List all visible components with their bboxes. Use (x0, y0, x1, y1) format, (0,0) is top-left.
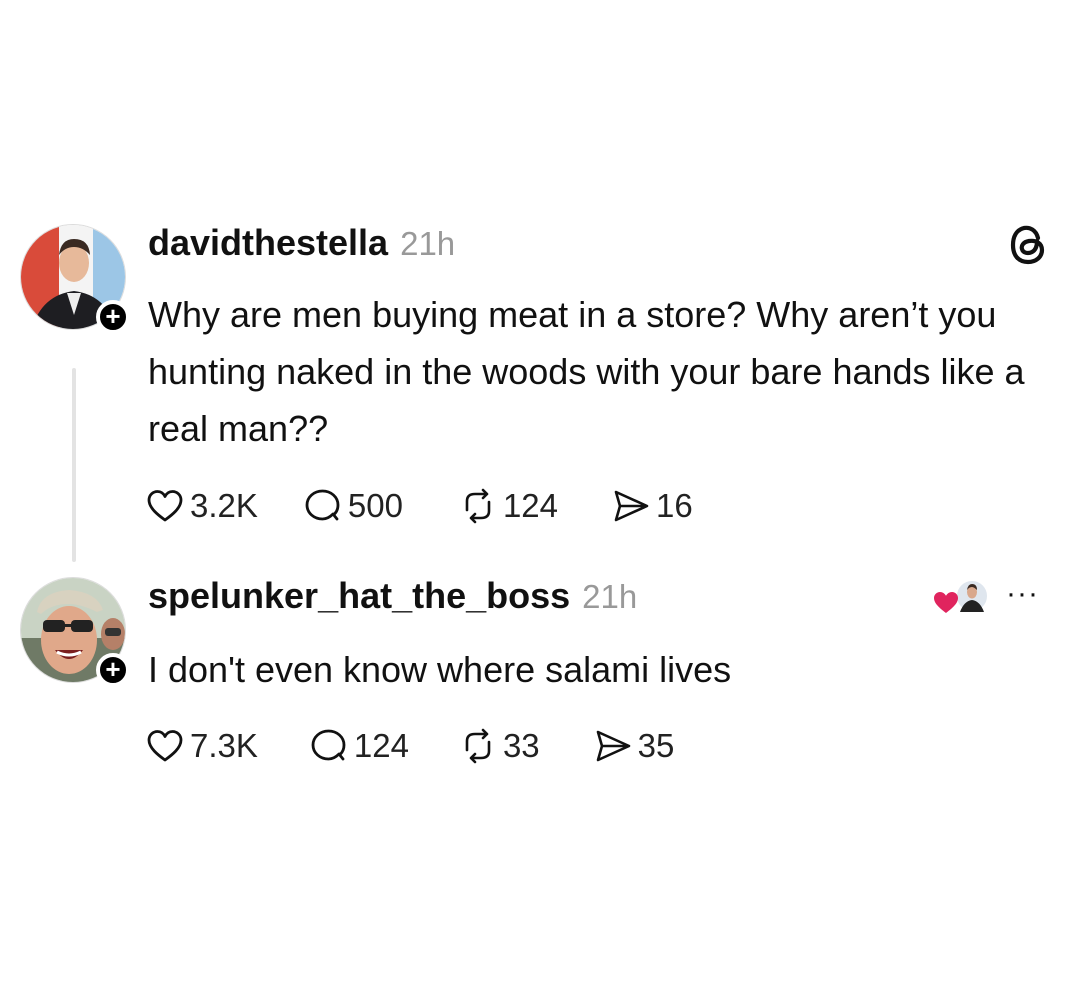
repost-count: 124 (502, 487, 559, 524)
repost-button[interactable]: 33 (459, 727, 540, 765)
timestamp: 21h (582, 578, 638, 615)
like-count: 7.3K (190, 727, 258, 764)
reply-count: 500 (347, 487, 403, 524)
like-button[interactable]: 7.3K (146, 727, 258, 765)
author-avatar[interactable]: + (20, 577, 130, 687)
repost-icon (459, 728, 497, 764)
share-button[interactable]: 16 (612, 487, 693, 525)
post-header: davidthestella 21h (148, 222, 455, 266)
post-header: spelunker_hat_the_boss 21h (148, 575, 637, 619)
send-icon (594, 728, 632, 764)
heart-icon (146, 729, 184, 763)
reply-button[interactable]: 124 (310, 727, 409, 765)
repost-button[interactable]: 124 (459, 487, 558, 525)
timestamp: 21h (400, 225, 456, 262)
username[interactable]: davidthestella (148, 222, 388, 264)
red-heart-with-avatar-icon (930, 575, 990, 624)
speech-bubble-icon (310, 728, 348, 764)
send-icon (612, 488, 650, 524)
more-dots-icon[interactable]: ··· (1006, 579, 1039, 609)
follow-plus-button[interactable]: + (96, 653, 130, 687)
post-text: Why are men buying meat in a store? Why … (148, 294, 1025, 449)
post-text: I don't even know where salami lives (148, 649, 732, 690)
action-bar: 3.2K 500 124 16 (146, 486, 693, 526)
follow-plus-button[interactable]: + (96, 300, 130, 334)
like-button[interactable]: 3.2K (146, 487, 258, 525)
username[interactable]: spelunker_hat_the_boss (148, 575, 570, 617)
repost-icon (459, 488, 497, 524)
share-count: 16 (656, 487, 693, 524)
heart-icon (146, 489, 184, 523)
author-avatar[interactable]: + (20, 224, 130, 334)
share-count: 35 (637, 727, 675, 764)
speech-bubble-icon (304, 488, 342, 524)
action-bar: 7.3K 124 33 35 (146, 726, 674, 766)
reply-button[interactable]: 500 (304, 487, 403, 525)
threads-logo-icon (1008, 222, 1050, 273)
repost-count: 33 (502, 727, 540, 764)
like-count: 3.2K (190, 487, 258, 524)
reply-count: 124 (353, 727, 409, 764)
share-button[interactable]: 35 (594, 727, 675, 765)
thread-connector-line (72, 368, 76, 562)
